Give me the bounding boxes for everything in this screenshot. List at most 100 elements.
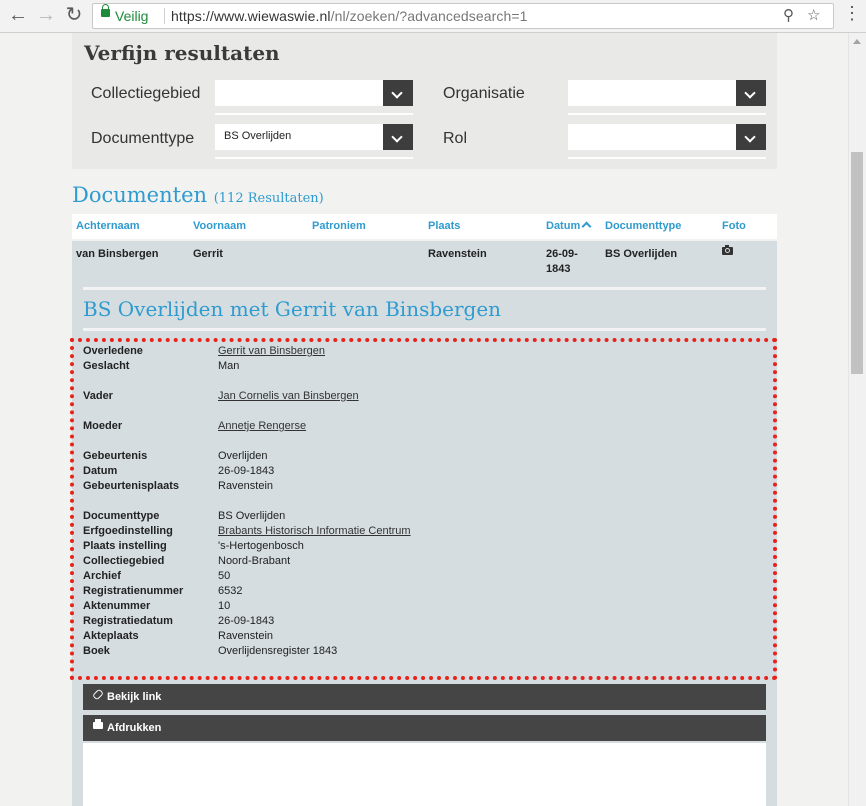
field-value-gebeurtenis: Overlijden [218, 450, 268, 462]
cell-datum-line2: 1843 [546, 263, 571, 275]
url-path: /nl/zoeken/?advancedsearch=1 [330, 8, 528, 24]
rol-select[interactable] [568, 124, 766, 150]
chevron-down-icon[interactable] [736, 124, 766, 150]
view-link-button[interactable]: Bekijk link [83, 684, 766, 710]
cell-voornaam: Gerrit [193, 248, 223, 260]
refine-title: Verfijn resultaten [84, 41, 280, 65]
field-key-gebeurtenisplaats: Gebeurtenisplaats [83, 480, 179, 492]
view-link-label: Bekijk link [107, 691, 162, 703]
documents-heading: Documenten (112 Resultaten) [72, 183, 324, 207]
cell-plaats: Ravenstein [428, 248, 487, 260]
organisatie-select[interactable] [568, 80, 766, 106]
field-key-aktenummer: Aktenummer [83, 600, 151, 612]
field-key-documenttype: Documenttype [83, 510, 160, 522]
field-key-akteplaats: Akteplaats [83, 630, 139, 642]
address-separator [164, 8, 165, 24]
field-value-collectiegebied: Noord-Brabant [218, 555, 291, 567]
column-header-documenttype[interactable]: Documenttype [605, 220, 681, 232]
column-header-plaats[interactable]: Plaats [428, 220, 460, 232]
secure-label: Veilig [115, 8, 149, 24]
collectiegebied-select[interactable] [215, 80, 413, 106]
field-key-registratienummer: Registratienummer [83, 585, 184, 597]
chevron-down-icon[interactable] [383, 124, 413, 150]
field-key-datum: Datum [83, 465, 118, 477]
filter-label-collectiegebied: Collectiegebied [91, 85, 201, 102]
cell-achternaam: van Binsbergen [76, 248, 159, 260]
reload-icon[interactable]: ↻ [62, 4, 86, 28]
cell-documenttype: BS Overlijden [605, 248, 678, 260]
url-text[interactable]: https://www.wiewaswie.nl/nl/zoeken/?adva… [171, 8, 528, 24]
sort-ascending-icon [581, 221, 592, 232]
filter-label-documenttype: Documenttype [91, 130, 195, 147]
field-value-gebeurtenisplaats: Ravenstein [218, 480, 274, 492]
filter-label-rol: Rol [443, 130, 468, 147]
field-value-akteplaats: Ravenstein [218, 630, 274, 642]
print-button[interactable]: Afdrukken [83, 715, 766, 741]
detail-title: BS Overlijden met Gerrit van Binsbergen [83, 297, 502, 321]
chevron-down-icon[interactable] [736, 80, 766, 106]
browser-toolbar: ← → ↻ Veilig https://www.wiewaswie.nl/nl… [0, 0, 866, 33]
column-header-datum-label: Datum [546, 220, 581, 232]
field-key-vader: Vader [83, 390, 113, 402]
results-count: (112 Resultaten) [213, 191, 324, 206]
divider [83, 328, 766, 331]
field-value-datum: 26-09-1843 [218, 465, 275, 477]
field-key-archief: Archief [83, 570, 121, 582]
field-value-registratiedatum: 26-09-1843 [218, 615, 275, 627]
field-key-erfgoedinstelling: Erfgoedinstelling [83, 525, 173, 537]
results-body: van Binsbergen Gerrit Ravenstein 26-09- 1… [72, 241, 777, 806]
field-key-boek: Boek [83, 645, 110, 657]
lock-icon [101, 4, 110, 17]
select-underline [568, 113, 766, 115]
print-label: Afdrukken [107, 722, 162, 734]
field-key-moeder: Moeder [83, 420, 123, 432]
field-value-aktenummer: 10 [218, 600, 231, 612]
column-header-datum[interactable]: Datum [546, 220, 592, 232]
bookmark-star-icon[interactable]: ☆ [807, 6, 820, 24]
field-value-vader[interactable]: Jan Cornelis van Binsbergen [218, 390, 359, 402]
scroll-up-arrow-icon[interactable] [853, 39, 861, 44]
column-header-voornaam[interactable]: Voornaam [193, 220, 246, 232]
column-header-foto[interactable]: Foto [722, 220, 746, 232]
field-value-documenttype: BS Overlijden [218, 510, 286, 522]
select-underline [215, 113, 413, 115]
chevron-down-icon[interactable] [383, 80, 413, 106]
field-value-geslacht: Man [218, 360, 240, 372]
column-header-achternaam[interactable]: Achternaam [76, 220, 140, 232]
document-preview-panel [83, 743, 766, 806]
field-value-moeder[interactable]: Annetje Rengerse [218, 420, 306, 432]
documenttype-select[interactable]: BS Overlijden [215, 124, 413, 150]
link-icon [91, 688, 105, 701]
filter-label-organisatie: Organisatie [443, 85, 525, 102]
field-value-erfgoedinstelling[interactable]: Brabants Historisch Informatie Centrum [218, 525, 411, 537]
field-key-collectiegebied: Collectiegebied [83, 555, 165, 567]
browser-menu-icon[interactable]: ⋮ [843, 3, 861, 24]
url-host: https://www.wiewaswie.nl [171, 8, 331, 24]
back-arrow-icon[interactable]: ← [6, 4, 30, 28]
field-key-gebeurtenis: Gebeurtenis [83, 450, 148, 462]
address-bar[interactable]: Veilig https://www.wiewaswie.nl/nl/zoeke… [92, 3, 834, 29]
divider [83, 287, 766, 290]
field-key-geslacht: Geslacht [83, 360, 130, 372]
page-scrollbar[interactable] [848, 33, 866, 806]
scroll-thumb[interactable] [851, 152, 863, 374]
documenttype-value: BS Overlijden [224, 130, 292, 142]
field-key-registratiedatum: Registratiedatum [83, 615, 173, 627]
field-value-boek: Overlijdensregister 1843 [218, 645, 338, 657]
field-value-archief: 50 [218, 570, 231, 582]
select-underline [215, 157, 413, 159]
forward-arrow-icon[interactable]: → [34, 4, 58, 28]
results-table-header: Achternaam Voornaam Patroniem Plaats Dat… [72, 214, 777, 239]
column-header-patroniem[interactable]: Patroniem [312, 220, 366, 232]
cell-datum-line1: 26-09- [546, 248, 578, 260]
field-value-overledene[interactable]: Gerrit van Binsbergen [218, 345, 325, 357]
detail-list: Overledene Gerrit van Binsbergen Geslach… [72, 338, 777, 683]
field-key-plaats-instelling: Plaats instelling [83, 540, 167, 552]
camera-icon[interactable] [722, 245, 733, 255]
zoom-icon[interactable]: ⚲ [783, 6, 794, 24]
refine-panel: Verfijn resultaten Collectiegebied Organ… [72, 33, 777, 169]
field-key-overledene: Overledene [83, 345, 143, 357]
select-underline [568, 157, 766, 159]
field-value-registratienummer: 6532 [218, 585, 243, 597]
print-icon [93, 719, 103, 729]
